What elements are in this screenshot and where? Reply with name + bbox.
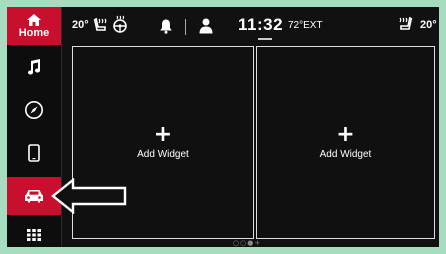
sidebar-item-home[interactable]: Home bbox=[7, 7, 61, 45]
infotainment-screen: Home 20° 11:32 72°EXT 20° + Add Widget +… bbox=[7, 7, 439, 247]
passenger-temp[interactable]: 20° bbox=[420, 19, 437, 31]
user-profile-icon[interactable] bbox=[199, 18, 213, 34]
add-icon: + bbox=[153, 122, 173, 147]
passenger-heated-seat-icon[interactable] bbox=[396, 15, 414, 33]
home-icon bbox=[27, 13, 41, 26]
clock-indicator bbox=[258, 38, 272, 40]
callout-arrow-icon bbox=[51, 178, 127, 214]
add-widget-right[interactable]: + Add Widget bbox=[256, 46, 435, 239]
heated-steering-wheel-icon[interactable] bbox=[111, 15, 129, 33]
add-widget-label: Add Widget bbox=[319, 149, 372, 160]
status-bar: 20° 11:32 72°EXT 20° bbox=[62, 7, 439, 45]
driver-temp[interactable]: 20° bbox=[72, 19, 89, 31]
home-label: Home bbox=[18, 26, 50, 39]
clock[interactable]: 11:32 bbox=[238, 15, 283, 35]
sidebar-item-apps[interactable] bbox=[7, 223, 61, 247]
status-divider bbox=[185, 19, 186, 35]
sidebar-item-phone[interactable] bbox=[7, 135, 61, 171]
phone-icon bbox=[28, 144, 40, 162]
heated-seat-icon[interactable] bbox=[93, 16, 109, 34]
exterior-temp: 72°EXT bbox=[288, 20, 323, 31]
notification-bell-icon[interactable] bbox=[159, 18, 173, 34]
car-icon bbox=[25, 190, 43, 203]
add-icon: + bbox=[336, 122, 355, 147]
compass-icon bbox=[25, 101, 43, 119]
add-widget-label: Add Widget bbox=[137, 149, 189, 160]
apps-grid-icon bbox=[27, 229, 41, 241]
sidebar-item-navigation[interactable] bbox=[7, 93, 61, 127]
sidebar-item-media[interactable] bbox=[7, 52, 61, 82]
music-note-icon bbox=[28, 59, 41, 75]
page-indicator[interactable]: ○○●+ bbox=[233, 239, 261, 247]
